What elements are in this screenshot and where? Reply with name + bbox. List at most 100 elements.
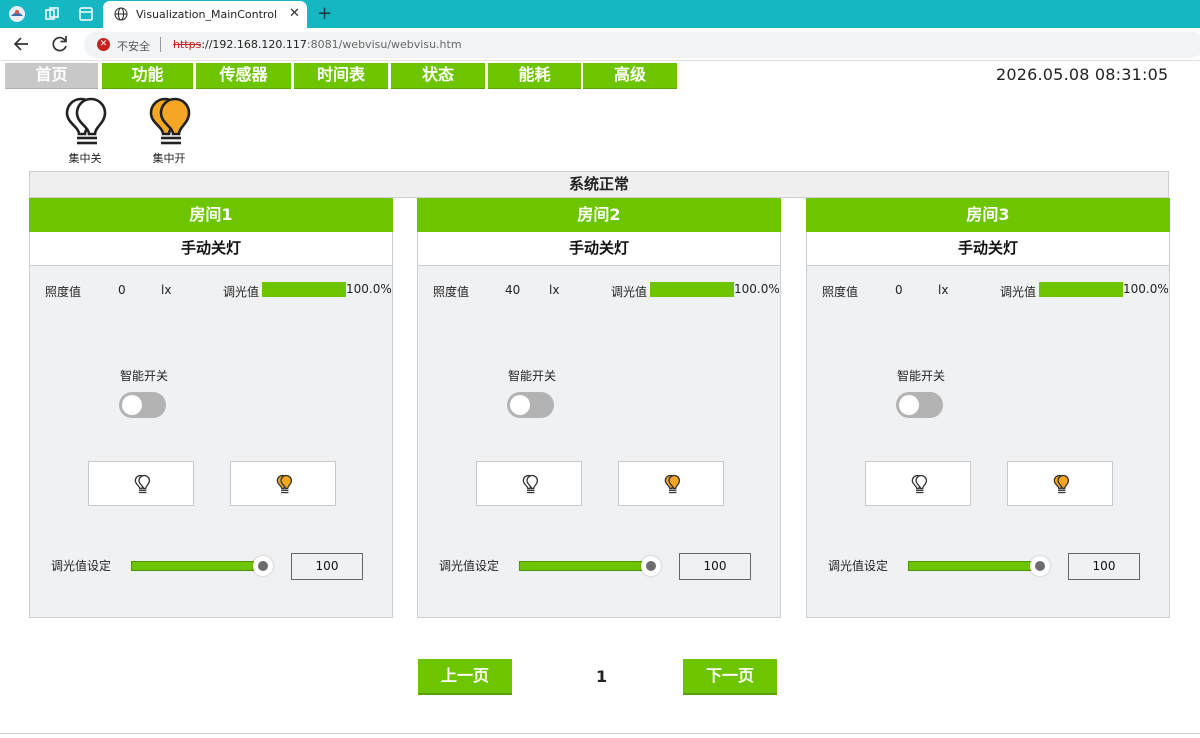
bulb-off-icon: [134, 474, 151, 494]
bulb-off-icon: [522, 474, 539, 494]
security-label[interactable]: 不安全: [117, 38, 150, 54]
slider-thumb[interactable]: [641, 556, 661, 576]
dim-set-input[interactable]: 100: [1068, 553, 1140, 580]
smart-switch-label: 智能开关: [508, 369, 557, 383]
lux-label: 照度值: [433, 285, 470, 299]
insecure-icon[interactable]: ✕: [97, 38, 110, 51]
lux-unit: lx: [938, 283, 949, 297]
system-status: 系统正常: [29, 171, 1169, 198]
room-panel: 房间1 手动关灯 照度值 0 lx 调光值 100.0% 智能开关 调光值设定 100: [29, 198, 393, 618]
prev-page-button[interactable]: 上一页: [418, 659, 512, 695]
menu-tab[interactable]: 传感器: [196, 63, 291, 89]
toggle-knob: [510, 395, 530, 415]
bulb-on-icon: [1053, 474, 1070, 494]
page-number: 1: [596, 667, 608, 686]
dim-level-fill: [1039, 282, 1123, 297]
new-tab-icon[interactable]: +: [317, 3, 332, 24]
room-title: 房间2: [417, 198, 781, 232]
lux-label: 照度值: [45, 285, 82, 299]
room-panel: 房间2 手动关灯 照度值 40 lx 调光值 100.0% 智能开关 调光值设定 100: [417, 198, 781, 618]
room-body: 照度值 0 lx 调光值 100.0% 智能开关调光值设定 100: [806, 266, 1170, 618]
tab-title: Visualization_MainControl: [136, 8, 278, 21]
dim-level-bar: [1039, 282, 1123, 297]
light-off-button[interactable]: [476, 461, 582, 506]
master-off-button[interactable]: 集中关: [55, 96, 115, 170]
room-mode-status: 手动关灯: [806, 232, 1170, 266]
slider-track: [131, 561, 263, 571]
tab-overview-icon[interactable]: [77, 5, 95, 23]
dim-set-label: 调光值设定: [439, 559, 500, 573]
lux-value: 40: [505, 283, 521, 297]
room-body: 照度值 40 lx 调光值 100.0% 智能开关 调光值设定 100: [417, 266, 781, 618]
room-title: 房间3: [806, 198, 1170, 232]
dim-slider[interactable]: [908, 556, 1050, 576]
smart-switch-toggle[interactable]: [507, 392, 554, 418]
active-tab[interactable]: Visualization_MainControl ✕: [103, 1, 307, 28]
dim-label: 调光值: [1000, 285, 1037, 299]
app-logo-icon[interactable]: [8, 5, 26, 23]
menu-tab[interactable]: 高级: [583, 63, 677, 89]
menu-tab[interactable]: 首页: [5, 63, 98, 89]
slider-thumb[interactable]: [1030, 556, 1050, 576]
lux-unit: lx: [161, 283, 172, 297]
smart-switch-label: 智能开关: [897, 369, 946, 383]
slider-track: [908, 561, 1040, 571]
workspaces-icon[interactable]: [43, 5, 61, 23]
reload-icon[interactable]: [49, 33, 71, 55]
close-tab-icon[interactable]: ✕: [289, 6, 300, 21]
room-mode-status: 手动关灯: [29, 232, 393, 266]
dim-slider[interactable]: [519, 556, 661, 576]
menu-tab[interactable]: 功能: [102, 63, 193, 89]
light-off-button[interactable]: [865, 461, 971, 506]
dim-set-input[interactable]: 100: [679, 553, 751, 580]
datetime-display: 2026.05.08 08:31:05: [996, 65, 1169, 84]
url-host: ://192.168.120.117: [201, 38, 307, 51]
url-text[interactable]: https://192.168.120.117:8081/webvisu/web…: [173, 38, 462, 51]
divider: [160, 37, 161, 52]
slider-thumb[interactable]: [253, 556, 273, 576]
light-on-button[interactable]: [618, 461, 724, 506]
dim-set-input[interactable]: 100: [291, 553, 363, 580]
dim-level-fill: [262, 282, 346, 297]
next-page-button[interactable]: 下一页: [683, 659, 777, 695]
dim-percent: 100.0%: [1123, 282, 1169, 296]
menu-tab[interactable]: 能耗: [488, 63, 581, 89]
globe-icon: [114, 7, 128, 21]
room-title: 房间1: [29, 198, 393, 232]
lux-label: 照度值: [822, 285, 859, 299]
address-bar: ✕ 不安全 https://192.168.120.117:8081/webvi…: [0, 28, 1200, 61]
back-icon[interactable]: [11, 33, 33, 55]
dim-label: 调光值: [611, 285, 648, 299]
smart-switch-toggle[interactable]: [119, 392, 166, 418]
divider: [0, 733, 1200, 734]
bulb-off-icon: [911, 474, 928, 494]
bulb-on-icon: [276, 474, 293, 494]
menu-tab[interactable]: 状态: [391, 63, 485, 89]
light-off-button[interactable]: [88, 461, 194, 506]
light-on-button[interactable]: [1007, 461, 1113, 506]
dim-level-bar: [262, 282, 346, 297]
lux-value: 0: [895, 283, 903, 297]
room-mode-status: 手动关灯: [417, 232, 781, 266]
toggle-knob: [122, 395, 142, 415]
lux-value: 0: [118, 283, 126, 297]
url-field[interactable]: ✕ 不安全 https://192.168.120.117:8081/webvi…: [84, 32, 1200, 58]
dim-slider[interactable]: [131, 556, 273, 576]
light-on-button[interactable]: [230, 461, 336, 506]
menu-tab[interactable]: 时间表: [294, 63, 388, 89]
smart-switch-toggle[interactable]: [896, 392, 943, 418]
toggle-knob: [899, 395, 919, 415]
lux-unit: lx: [549, 283, 560, 297]
bulb-on-icon: [664, 474, 681, 494]
master-off-label: 集中关: [68, 152, 102, 165]
dim-set-label: 调光值设定: [51, 559, 112, 573]
dim-level-bar: [650, 282, 734, 297]
dim-percent: 100.0%: [346, 282, 392, 296]
slider-track: [519, 561, 651, 571]
dim-set-label: 调光值设定: [828, 559, 889, 573]
master-on-button[interactable]: 集中开: [139, 96, 199, 170]
dim-level-fill: [650, 282, 734, 297]
bulb-off-icon: [65, 97, 107, 145]
smart-switch-label: 智能开关: [120, 369, 169, 383]
url-scheme: https: [173, 38, 202, 51]
